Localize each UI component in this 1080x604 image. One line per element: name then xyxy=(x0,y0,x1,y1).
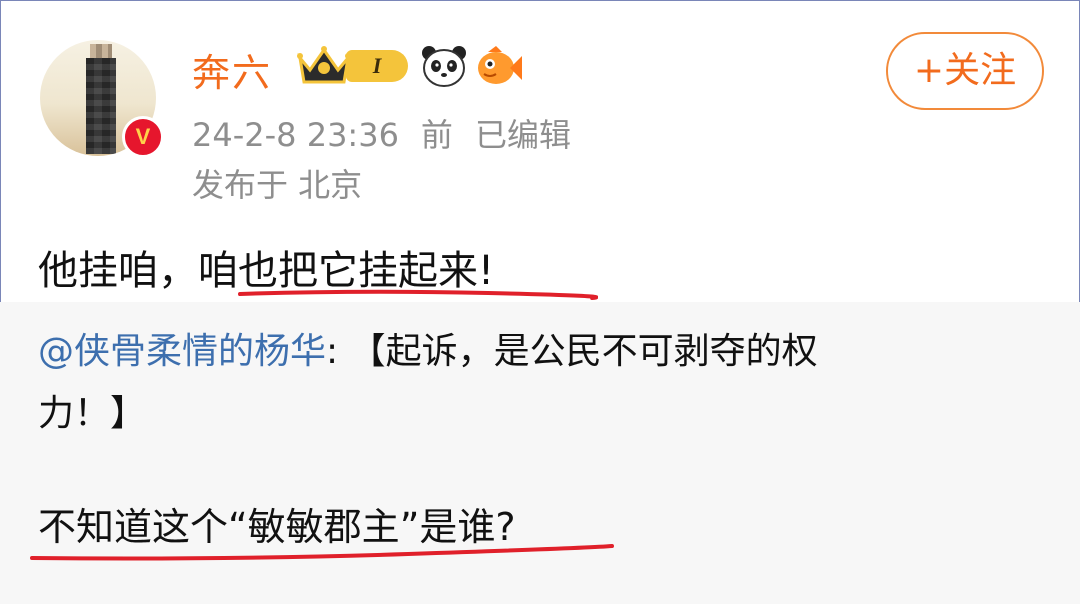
time-suffix: 前 xyxy=(420,116,453,154)
timestamp: 24-2-8 23:36 xyxy=(192,116,399,154)
panda-icon xyxy=(422,46,466,87)
crown-icon xyxy=(297,46,351,84)
username[interactable]: 奔六 xyxy=(192,42,272,97)
mention-separator: : xyxy=(326,331,350,372)
verified-icon: V xyxy=(122,116,164,158)
repost-line-1: @侠骨柔情的杨华: 【起诉，是公民不可剥夺的权 xyxy=(38,322,818,374)
edited-label[interactable]: 已编辑 xyxy=(475,116,571,154)
post-location: 发布于 北京 xyxy=(192,166,363,204)
level-badge: I xyxy=(346,50,408,82)
repost-line-2: 力！】 xyxy=(38,393,147,434)
follow-button[interactable]: +关注 xyxy=(886,32,1044,110)
post-meta: 24-2-8 23:36 前已编辑 xyxy=(192,110,593,156)
repost-text-1: 【起诉，是公民不可剥夺的权 xyxy=(349,331,818,372)
red-underline-annotation-2 xyxy=(30,544,614,561)
avatar-figure-pixelated xyxy=(86,58,116,154)
mention-link[interactable]: @侠骨柔情的杨华 xyxy=(38,331,326,372)
fish-icon xyxy=(478,46,522,84)
